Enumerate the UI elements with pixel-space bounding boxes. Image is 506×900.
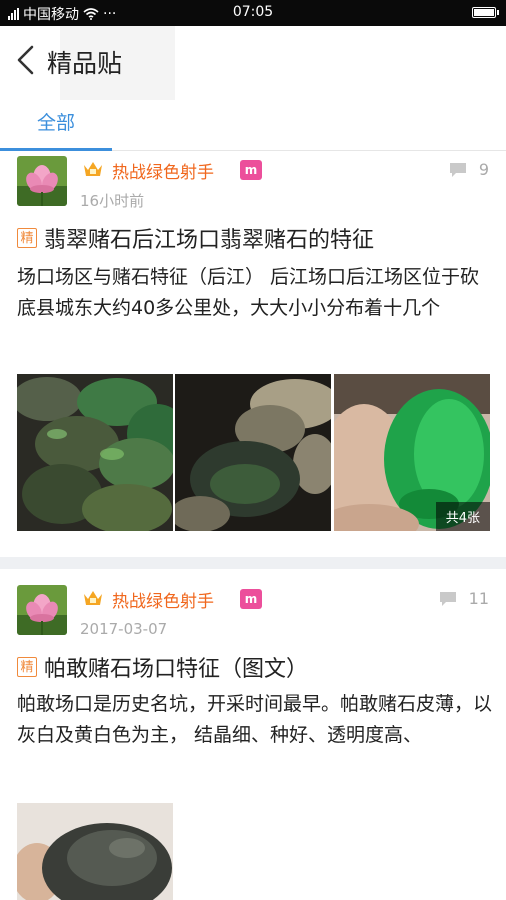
tab-all[interactable]: 全部 bbox=[0, 96, 112, 151]
level-badge: m bbox=[240, 160, 262, 180]
avatar[interactable] bbox=[17, 585, 67, 635]
post-image[interactable] bbox=[17, 374, 173, 531]
post-image[interactable]: 共4张 bbox=[334, 374, 490, 531]
back-arrow-icon[interactable] bbox=[14, 44, 38, 76]
featured-tag: 精 bbox=[17, 228, 37, 248]
featured-tag: 精 bbox=[17, 657, 37, 677]
post-time: 16小时前 bbox=[80, 192, 145, 210]
crown-icon bbox=[84, 162, 102, 176]
author-name[interactable]: 热战绿色射手 bbox=[112, 587, 214, 612]
section-divider bbox=[0, 557, 506, 569]
page-title: 精品贴 bbox=[47, 49, 123, 78]
post-title[interactable]: 翡翠赌石后江场口翡翠赌石的特征 bbox=[44, 222, 374, 254]
comment-count-value: 9 bbox=[478, 160, 489, 179]
comment-icon bbox=[439, 591, 456, 606]
image-count-badge: 共4张 bbox=[435, 502, 490, 531]
post-card[interactable]: 热战绿色射手 m 11 2017-03-07 精 帕敢赌石场口特征（图文） 帕敢… bbox=[0, 569, 506, 900]
comment-count[interactable]: 11 bbox=[439, 589, 489, 608]
post-title[interactable]: 帕敢赌石场口特征（图文） bbox=[44, 651, 308, 683]
clock: 07:05 bbox=[232, 4, 274, 20]
app-header: 精品贴 bbox=[0, 26, 506, 100]
comment-count-value: 11 bbox=[468, 589, 489, 608]
post-image[interactable] bbox=[17, 803, 173, 900]
comment-icon bbox=[449, 162, 466, 177]
post-excerpt: 场口场区与赌石特征（后江） 后江场口后江场区位于砍底县城东大约40多公里处，大大… bbox=[17, 266, 480, 319]
post-card[interactable]: 热战绿色射手 m 9 16小时前 精 翡翠赌石后江场口翡翠赌石的特征 场口场区与… bbox=[0, 150, 506, 557]
tab-all-label: 全部 bbox=[36, 112, 75, 134]
battery-icon bbox=[472, 7, 499, 18]
author-name[interactable]: 热战绿色射手 bbox=[112, 158, 214, 183]
level-badge: m bbox=[240, 589, 262, 609]
avatar[interactable] bbox=[17, 156, 67, 206]
tab-bar: 全部 bbox=[0, 96, 506, 151]
post-time: 2017-03-07 bbox=[80, 620, 168, 638]
post-image[interactable] bbox=[175, 374, 331, 531]
crown-icon bbox=[84, 591, 102, 605]
post-excerpt: 帕敢场口是历史名坑，开采时间最早。帕敢赌石皮薄，以灰白及黄白色为主， 结晶细、种… bbox=[17, 693, 493, 746]
comment-count[interactable]: 9 bbox=[449, 160, 489, 179]
status-bar: 中国移动 ··· 07:05 bbox=[0, 0, 506, 26]
